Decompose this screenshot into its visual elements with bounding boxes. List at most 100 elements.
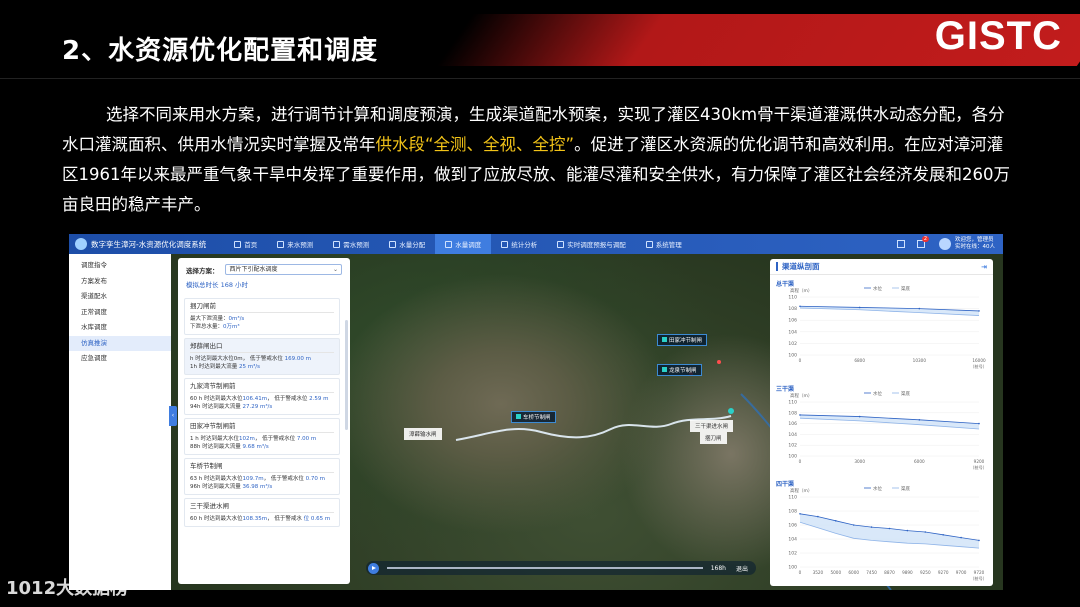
nav-item[interactable]: 实时调度预报与调配 [547, 234, 636, 254]
nav-item-label: 实时调度预报与调配 [567, 241, 626, 249]
sidebar-item[interactable]: 应急调度 [69, 351, 171, 367]
fullscreen-icon[interactable] [897, 240, 905, 248]
expand-arrow-icon[interactable]: ⇥ [981, 263, 987, 271]
paragraph-highlight: 供水段“全测、全视、全控” [375, 135, 575, 154]
nav-item[interactable]: 需水预测 [323, 234, 379, 254]
legend-label: 水位 [873, 390, 882, 397]
legend-label: 水位 [873, 285, 882, 292]
nav-item[interactable]: 来水预测 [267, 234, 323, 254]
panel-collapse-button[interactable]: ‹ [169, 406, 177, 426]
y-tick-label: 110 [788, 495, 797, 501]
profile-chart: 三干渠 高程（m） 水位 渠底 110 108 106 104 102 100 0 3000 6000 9… [774, 384, 989, 472]
map-label-zhangxue[interactable]: 漳薛输水闸 [404, 428, 442, 440]
map-marker [728, 408, 734, 414]
gate-card-line: 最大下泄流量：0m³/s [190, 315, 334, 323]
data-point [906, 529, 909, 532]
nav-item[interactable]: 水量分配 [379, 234, 435, 254]
scheme-select-value: 西片下引配水调度 [229, 266, 278, 273]
x-tick-label: 9700 [956, 570, 967, 575]
gate-card-line: 1 h 时达到最大水位102m， 低于警戒水位 7.00 m [190, 435, 334, 443]
scheme-select[interactable]: 西片下引配水调度 ⌄ [224, 264, 342, 275]
play-button[interactable] [368, 562, 379, 574]
nav-item[interactable]: 首页 [224, 234, 267, 254]
stats-icon [501, 240, 509, 248]
map-label-tianjiachong[interactable]: 田家冲节制闸 [657, 334, 708, 346]
gate-card-text: ， 低于警戒水位 [254, 436, 297, 442]
user-info[interactable]: 欢迎您，管理员 实时在线：40人 [955, 237, 995, 251]
bell-icon[interactable]: 2 [917, 236, 929, 248]
legend-label: 水位 [873, 485, 882, 492]
gate-card-list: 捆刀闸前 最大下泄流量：0m³/s 下泄总水量：0万m³ 郑薛闸出口 h 时达到最大水位… [184, 298, 340, 582]
data-point [817, 515, 819, 518]
gate-card-line: 88h 时达到最大流量 9.68 m³/s [190, 443, 334, 451]
gate-card[interactable]: 三干渠进水闸 60 h 时达到最大水位108.35m， 低于警戒水 位 0.65 … [184, 498, 340, 527]
dispatch-icon [445, 240, 453, 248]
x-tick-label: 6800 [854, 358, 865, 363]
sidebar-item[interactable]: 仿真推演 [69, 335, 171, 351]
gate-card-text: 96h 时达到最大流量 [190, 484, 243, 490]
y-tick-label: 102 [788, 551, 797, 557]
realtime-icon [557, 240, 565, 248]
playback-slider[interactable] [387, 567, 703, 569]
y-tick-label: 106 [788, 318, 797, 324]
gate-card[interactable]: 田家冲节制闸前 1 h 时达到最大水位102m， 低于警戒水位 7.00 m 88h… [184, 418, 340, 455]
nav-item-label: 统计分析 [511, 241, 538, 249]
sidebar-item[interactable]: 水库调度 [69, 320, 171, 336]
gate-card-value: 106.41m [242, 396, 268, 402]
exit-button[interactable]: 退出 [736, 564, 748, 573]
sidebar-item[interactable]: 方案发布 [69, 274, 171, 290]
nav-item[interactable]: 系统管理 [636, 234, 692, 254]
map-marker [717, 360, 721, 364]
x-tick-label: 0 [799, 459, 802, 464]
avatar[interactable] [939, 238, 951, 250]
home-icon [234, 240, 242, 248]
y-tick-label: 100 [788, 353, 797, 359]
scrollbar[interactable] [345, 320, 348, 430]
data-point [918, 307, 921, 310]
sidebar-item[interactable]: 正常调度 [69, 305, 171, 321]
x-axis-unit: （桩号） [970, 575, 987, 582]
sidebar-item[interactable]: 渠道配水 [69, 289, 171, 305]
data-point [858, 415, 861, 418]
data-point [799, 305, 801, 308]
y-axis-unit: 高程（m） [790, 392, 812, 399]
map-label-cheqiao[interactable]: 车桥节制闸 [511, 411, 556, 423]
scheme-select-label: 选择方案： [186, 266, 219, 275]
y-tick-label: 108 [788, 306, 797, 312]
chevron-down-icon: ⌄ [332, 266, 338, 273]
gate-card-value: 25 m³/s [238, 364, 261, 370]
gate-card-value: 0.70 m [305, 476, 325, 482]
gate-card[interactable]: 郑薛闸出口 h 时达到最大水位0m， 低于警戒水位 169.00 m 1h 时达到最… [184, 338, 340, 375]
gate-card[interactable]: 九家湾节制闸前 60 h 时达到最大水位106.41m， 低于警戒水位 2.59 … [184, 378, 340, 415]
nav-item[interactable]: 水量调度 [435, 234, 492, 254]
nav-item[interactable]: 统计分析 [491, 234, 547, 254]
gate-card[interactable]: 车桥节制闸 63 h 时达到最大水位109.7m， 低于警戒水位 0.70 m 96… [184, 458, 340, 495]
sidebar-item[interactable]: 调度指令 [69, 258, 171, 274]
gate-card-title: 捆刀闸前 [190, 302, 334, 313]
nav-item-label: 需水预测 [343, 241, 370, 249]
gate-card-text: 下泄总水量： [190, 324, 224, 330]
data-point [799, 513, 801, 515]
app-topbar: 数字孪生漳河-水资源优化调度系统 首页 来水预测 需水预测 水量分配 水量调度 统计分析 实… [69, 234, 1003, 254]
y-tick-label: 102 [788, 341, 797, 347]
nav-item-label: 首页 [244, 241, 258, 249]
y-tick-label: 110 [788, 295, 797, 301]
chart-svg: 高程（m） 水位 渠底 110 108 106 104 102 1000 3000 6000 9200… [788, 390, 987, 471]
map-label-longquan[interactable]: 龙泉节制闸 [657, 364, 702, 376]
gistc-logo: GISTC [934, 14, 1062, 58]
nav-item-label: 水量分配 [399, 241, 426, 249]
data-point [799, 414, 801, 416]
gate-card-text: ， 低于警戒水位 [263, 476, 306, 482]
map-label-sanganqu[interactable]: 三干渠进水闸 [690, 420, 734, 432]
gate-card-title: 九家湾节制闸前 [190, 382, 334, 393]
x-tick-label: 0 [799, 570, 802, 575]
y-tick-label: 108 [788, 509, 797, 515]
gate-card-text: 1h 时达到最大流量 [190, 364, 239, 370]
y-axis-unit: 高程（m） [790, 287, 812, 294]
app-logo-icon [75, 238, 87, 250]
data-point [942, 534, 944, 536]
gate-card-line: h 时达到最大水位0m， 低于警戒水位 169.00 m [190, 355, 334, 363]
x-tick-label: 6000 [848, 570, 859, 575]
map-label-kundao[interactable]: 捆刀闸 [700, 432, 727, 444]
gate-card[interactable]: 捆刀闸前 最大下泄流量：0m³/s 下泄总水量：0万m³ [184, 298, 340, 335]
